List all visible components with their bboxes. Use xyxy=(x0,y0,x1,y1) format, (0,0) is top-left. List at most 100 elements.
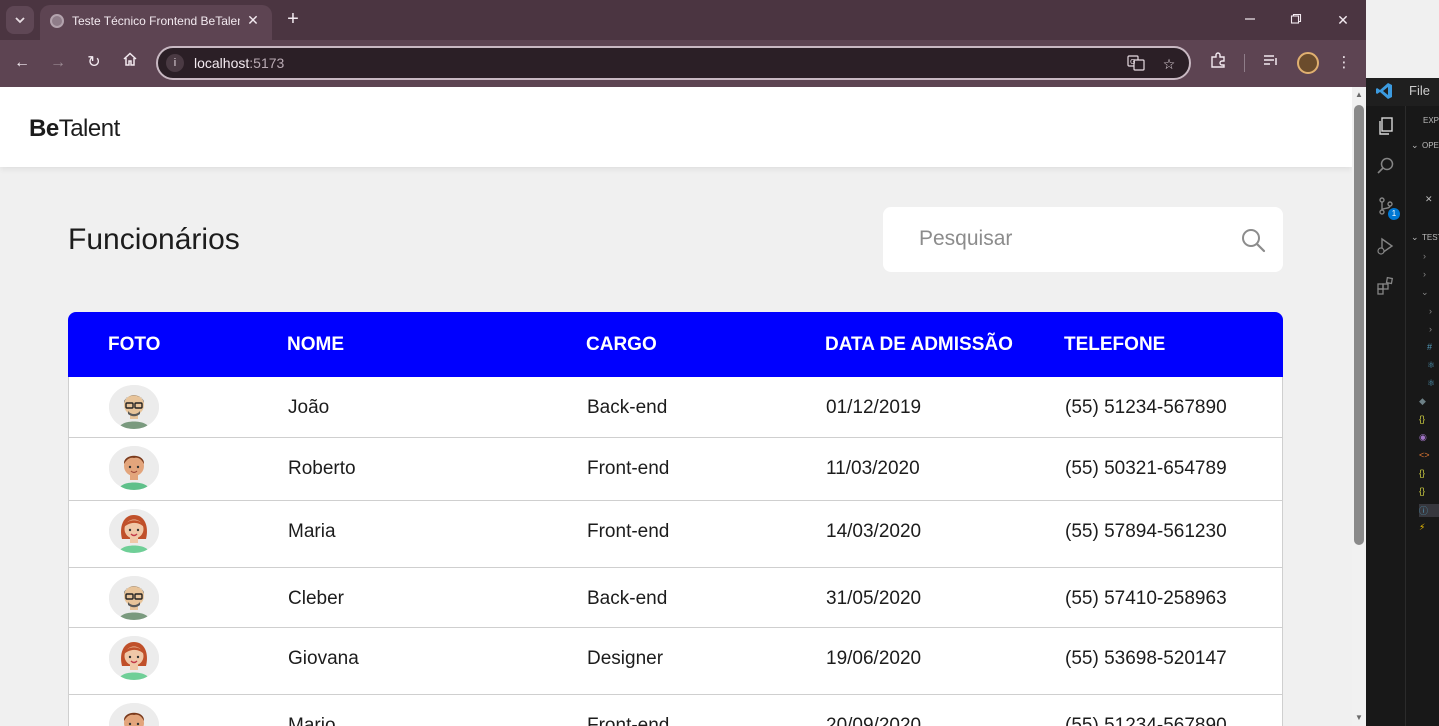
extensions-icon[interactable] xyxy=(1375,276,1397,298)
employee-phone: (55) 51234-567890 xyxy=(1065,397,1227,418)
bookmark-star-icon[interactable]: ☆ xyxy=(1159,54,1179,74)
table-row[interactable]: Cleber Back-end 31/05/2020 (55) 57410-25896… xyxy=(68,568,1283,628)
url-port: :5173 xyxy=(249,55,285,71)
home-icon[interactable] xyxy=(118,51,142,75)
back-arrow-icon[interactable]: ← xyxy=(10,51,34,75)
address-bar[interactable]: i localhost:5173 G ☆ xyxy=(156,46,1191,80)
employee-photo xyxy=(109,703,159,726)
extensions-icon[interactable] xyxy=(1206,51,1230,75)
employees-table: FOTO NOME CARGO DATA DE ADMISSÃO TELEFON… xyxy=(68,312,1283,726)
employee-name: Maria xyxy=(288,521,336,542)
activity-bar: 1 xyxy=(1366,106,1406,726)
chevron-down-icon[interactable]: ⌄ xyxy=(1411,232,1419,243)
menu-file[interactable]: File xyxy=(1409,83,1430,98)
page-scrollbar[interactable]: ▲ ▼ xyxy=(1352,87,1366,726)
reload-icon[interactable]: ↻ xyxy=(82,51,106,75)
table-row[interactable]: Giovana Designer 19/06/2020 (55) 53698-5201… xyxy=(68,628,1283,695)
column-header-nome: NOME xyxy=(287,334,344,355)
close-window-icon[interactable]: ✕ xyxy=(1331,8,1355,32)
employee-admission-date: 31/05/2020 xyxy=(826,588,922,609)
close-editor-icon[interactable]: ✕ xyxy=(1425,194,1433,205)
vscode-titlebar: File xyxy=(1366,78,1439,106)
readme-file-icon[interactable]: ⓘ xyxy=(1419,504,1439,517)
chevron-down-icon[interactable]: ⌄ xyxy=(1421,287,1429,298)
employee-role: Front-end xyxy=(587,521,670,542)
column-header-cargo: CARGO xyxy=(586,334,657,355)
employee-phone: (55) 51234-567890 xyxy=(1065,715,1227,726)
restore-icon[interactable] xyxy=(1284,8,1308,32)
project-folder-section[interactable]: TEST xyxy=(1422,233,1439,242)
employee-phone: (55) 57894-561230 xyxy=(1065,521,1227,542)
employee-admission-date: 20/09/2020 xyxy=(826,715,922,726)
json-file-icon[interactable]: {} xyxy=(1419,468,1425,478)
table-row[interactable]: Maria Front-end 14/03/2020 (55) 57894-56123… xyxy=(68,501,1283,568)
url-text: localhost:5173 xyxy=(194,55,284,71)
scroll-down-icon[interactable]: ▼ xyxy=(1354,713,1364,723)
browser-window: Teste Técnico Frontend BeTalent ✕ + ✕ ← … xyxy=(0,0,1366,726)
logo-bold-text: Be xyxy=(29,115,59,142)
employee-phone: (55) 50321-654789 xyxy=(1065,458,1227,479)
vite-config-file-icon[interactable]: ⚡ xyxy=(1419,522,1425,533)
json-file-icon[interactable]: {} xyxy=(1419,486,1425,496)
chevron-right-icon[interactable]: › xyxy=(1423,251,1426,261)
forward-arrow-icon[interactable]: → xyxy=(46,51,70,75)
table-row[interactable]: Roberto Front-end 11/03/2020 (55) 50321-654… xyxy=(68,438,1283,501)
page-viewport: BeTalent Funcionários FOTO NOME CARGO DA… xyxy=(0,87,1366,726)
profile-avatar[interactable] xyxy=(1297,52,1319,74)
browser-tab[interactable]: Teste Técnico Frontend BeTalent ✕ xyxy=(40,5,272,40)
scrollbar-thumb[interactable] xyxy=(1354,105,1364,545)
employee-name: João xyxy=(288,397,330,418)
table-row[interactable]: João Back-end 01/12/2019 (55) 51234-567890 xyxy=(68,377,1283,438)
json-file-icon[interactable]: {} xyxy=(1419,414,1425,424)
employee-admission-date: 11/03/2020 xyxy=(826,458,920,479)
chevron-down-icon[interactable]: ⌄ xyxy=(1411,140,1419,151)
column-header-foto: FOTO xyxy=(108,334,161,355)
employee-role: Back-end xyxy=(587,397,668,418)
employee-photo xyxy=(109,509,159,553)
betalent-logo[interactable]: BeTalent xyxy=(29,115,120,143)
employee-role: Front-end xyxy=(587,715,670,726)
employee-role: Designer xyxy=(587,648,664,669)
page-favicon-icon xyxy=(50,14,64,28)
tab-strip: Teste Técnico Frontend BeTalent ✕ + ✕ xyxy=(0,0,1366,40)
employee-admission-date: 14/03/2020 xyxy=(826,521,922,542)
site-info-icon[interactable]: i xyxy=(166,54,184,72)
more-menu-icon[interactable]: ⋮ xyxy=(1332,51,1356,75)
new-tab-button[interactable]: + xyxy=(282,8,304,30)
css-file-icon[interactable]: # xyxy=(1427,342,1432,352)
media-controls-icon[interactable] xyxy=(1259,51,1283,75)
explorer-icon[interactable] xyxy=(1375,116,1397,138)
employee-name: Roberto xyxy=(288,458,356,479)
react-file-icon[interactable]: ⚛ xyxy=(1427,378,1435,389)
explorer-title: EXP xyxy=(1423,116,1439,125)
tab-search-button[interactable] xyxy=(6,6,34,34)
search-icon[interactable] xyxy=(1240,227,1266,253)
scroll-up-icon[interactable]: ▲ xyxy=(1354,90,1364,100)
chevron-right-icon[interactable]: › xyxy=(1429,324,1432,334)
run-debug-icon[interactable] xyxy=(1375,236,1397,258)
chevron-right-icon[interactable]: › xyxy=(1423,269,1426,279)
translate-icon[interactable]: G xyxy=(1126,54,1146,74)
eslint-file-icon[interactable]: ◉ xyxy=(1419,432,1427,443)
employee-admission-date: 01/12/2019 xyxy=(826,397,922,418)
employee-photo xyxy=(109,636,159,680)
employee-photo xyxy=(109,576,159,620)
search-icon[interactable] xyxy=(1375,156,1397,178)
chevron-right-icon[interactable]: › xyxy=(1429,306,1432,316)
employee-name: Giovana xyxy=(288,648,359,669)
minimize-icon[interactable] xyxy=(1238,8,1262,32)
chevron-down-icon xyxy=(15,17,25,24)
vscode-logo-icon xyxy=(1375,82,1393,100)
table-row[interactable]: Mario Front-end 20/09/2020 (55) 51234-56789… xyxy=(68,695,1283,726)
table-body: João Back-end 01/12/2019 (55) 51234-567890 R… xyxy=(68,377,1283,726)
gitignore-file-icon[interactable]: ◆ xyxy=(1419,396,1426,407)
page-title: Funcionários xyxy=(68,223,240,256)
url-host: localhost xyxy=(194,55,250,71)
open-editors-section[interactable]: OPE xyxy=(1422,141,1439,150)
html-file-icon[interactable]: <> xyxy=(1419,450,1430,460)
browser-toolbar: ← → ↻ i localhost:5173 G ☆ ⋮ xyxy=(0,40,1366,87)
employee-role: Front-end xyxy=(587,458,670,479)
search-input[interactable] xyxy=(919,224,1219,254)
close-tab-icon[interactable]: ✕ xyxy=(244,11,262,29)
react-file-icon[interactable]: ⚛ xyxy=(1427,360,1435,371)
